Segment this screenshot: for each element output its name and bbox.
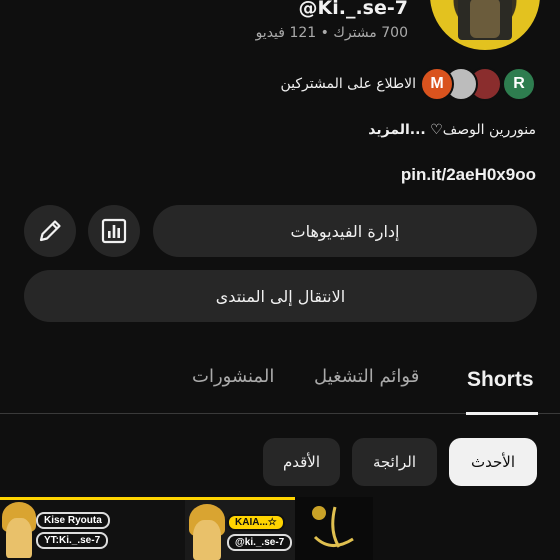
filter-oldest-chip[interactable]: الأقدم [263, 438, 340, 486]
community-label: الانتقال إلى المنتدى [215, 286, 346, 306]
character-face [193, 520, 221, 560]
tab-shorts[interactable]: Shorts [467, 368, 534, 392]
short-thumbnail[interactable] [295, 497, 373, 560]
channel-description[interactable]: منوررين الوصف♡ ...المزيد [368, 122, 536, 138]
short-thumbnail[interactable]: KAIA...☆ @ki._.se-7 [185, 497, 295, 560]
tab-posts[interactable]: المنشورات [192, 366, 274, 387]
tab-playlists[interactable]: قوائم التشغيل [314, 366, 419, 387]
shorts-grid: Kise Ryouta YT:Ki._.se-7 KAIA...☆ @ki._.… [0, 497, 560, 560]
channel-stats: 700 مشترك • 121 فيديو [255, 25, 408, 41]
short-thumbnail[interactable]: Kise Ryouta YT:Ki._.se-7 [0, 497, 185, 560]
manage-videos-button[interactable]: إدارة الفيديوهات [153, 205, 537, 257]
edit-channel-button[interactable] [24, 205, 76, 257]
channel-handle: @Ki._.se-7 [298, 0, 408, 19]
avatar-figure-detail [470, 0, 500, 38]
filter-popular-chip[interactable]: الرائجة [352, 438, 437, 486]
character-face [6, 518, 32, 558]
filter-latest-chip[interactable]: الأحدث [449, 438, 537, 486]
go-to-community-button[interactable]: الانتقال إلى المنتدى [24, 270, 537, 322]
channel-tabs: Shorts قوائم التشغيل المنشورات [0, 350, 560, 415]
short-thumbnail-placeholder[interactable] [373, 497, 560, 560]
more-label: ...المزيد [368, 122, 426, 138]
description-text: منوررين الوصف♡ [430, 122, 536, 138]
channel-avatar[interactable] [430, 0, 540, 50]
thumbnail-tag: @ki._.se-7 [227, 534, 293, 551]
thumbnail-tag: YT:Ki._.se-7 [36, 532, 109, 549]
channel-link[interactable]: pin.it/2aeH0x9oo [401, 165, 536, 185]
view-subscribers-link[interactable]: R M الاطلاع على المشتركين [280, 66, 536, 102]
active-tab-indicator [466, 412, 538, 415]
pencil-icon [39, 220, 61, 242]
manage-videos-label: إدارة الفيديوهات [290, 221, 400, 241]
thumbnail-tag: Kise Ryouta [36, 512, 110, 529]
thumbnail-tag: KAIA...☆ [227, 514, 285, 531]
subscriber-avatar-r: R [502, 67, 536, 101]
view-subscribers-label: الاطلاع على المشتركين [280, 76, 416, 92]
analytics-button[interactable] [88, 205, 140, 257]
subscriber-avatar-m: M [420, 67, 454, 101]
calligraphy-graphic [312, 506, 354, 548]
bar-chart-icon [101, 218, 127, 244]
